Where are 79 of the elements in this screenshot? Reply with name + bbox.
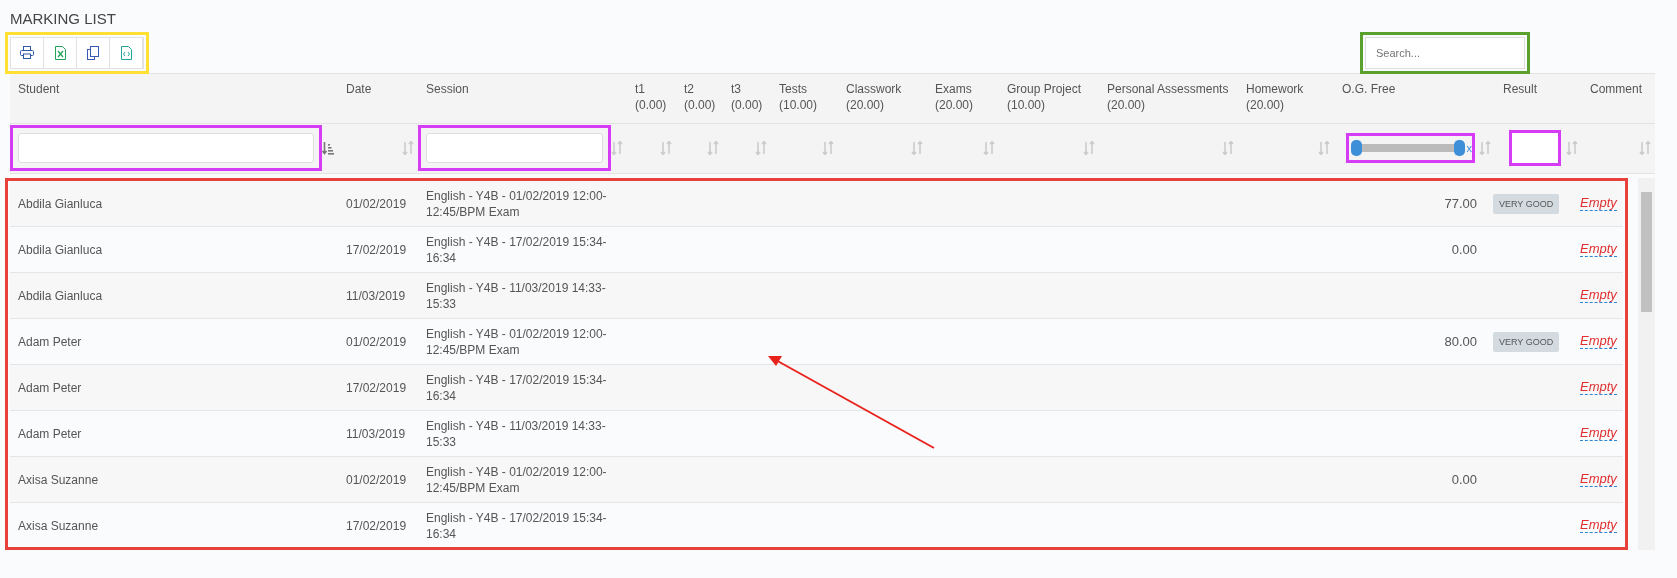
sort-icon[interactable] <box>1479 141 1491 155</box>
sort-icon[interactable] <box>707 141 719 155</box>
sort-icon[interactable] <box>660 141 672 155</box>
range-slider[interactable] <box>1353 141 1463 155</box>
grade-badge: VERY GOOD <box>1493 331 1560 352</box>
copy-icon <box>87 45 99 60</box>
column-header: t1 (0.00) <box>634 80 668 114</box>
comment-link[interactable]: Empty <box>1580 518 1617 534</box>
column-header: Date <box>345 80 373 98</box>
comment-link[interactable]: Empty <box>1580 288 1617 304</box>
column-header: Group Project (10.00) <box>1006 80 1083 114</box>
student-name: Abdila Gianluca <box>18 287 103 304</box>
clear-filter-link[interactable]: x <box>1466 139 1472 157</box>
sort-icon[interactable] <box>611 141 623 155</box>
column-header: Classwork (20.00) <box>845 80 903 114</box>
score-text: 0.00 <box>1451 240 1477 259</box>
student-name: Adam Peter <box>18 425 82 442</box>
column-header: Comment <box>1589 80 1643 98</box>
score-text: 80.00 <box>1444 332 1477 351</box>
printer-icon <box>20 46 34 59</box>
page-title: MARKING LIST <box>10 9 117 29</box>
sort-icon[interactable] <box>1639 141 1651 155</box>
score-text: 0.00 <box>1451 470 1477 489</box>
session-text: English - Y4B - 11/03/2019 14:33-15:33 <box>426 279 607 312</box>
sort-icon[interactable] <box>822 141 834 155</box>
column-header: O.G. Free <box>1341 80 1397 98</box>
session-text: English - Y4B - 01/02/2019 12:00-12:45/BPM Exam <box>426 325 608 358</box>
comment-link[interactable]: Empty <box>1580 472 1617 488</box>
session-text: English - Y4B - 11/03/2019 14:33-15:33 <box>426 417 607 450</box>
column-header: Result <box>1502 80 1538 98</box>
column-header: Student <box>17 80 61 98</box>
date-text: 17/02/2019 <box>346 379 407 396</box>
student-name: Abdila Gianluca <box>18 241 103 258</box>
sort-icon[interactable] <box>1566 141 1578 155</box>
date-text: 01/02/2019 <box>346 333 407 350</box>
comment-link[interactable]: Empty <box>1580 196 1617 212</box>
session-text: English - Y4B - 17/02/2019 15:34-16:34 <box>426 233 608 266</box>
column-header: Exams (20.00) <box>934 80 975 114</box>
comment-link[interactable]: Empty <box>1580 242 1617 258</box>
session-text: English - Y4B - 01/02/2019 12:00-12:45/BPM Exam <box>426 187 608 220</box>
date-text: 01/02/2019 <box>346 471 407 488</box>
column-header: Personal Assessments (20.00) <box>1106 80 1230 114</box>
sort-icon[interactable] <box>1318 141 1330 155</box>
date-text: 11/03/2019 <box>346 287 406 304</box>
session-text: English - Y4B - 01/02/2019 12:00-12:45/BPM Exam <box>426 463 608 496</box>
student-name: Abdila Gianluca <box>18 195 103 212</box>
sort-icon[interactable] <box>983 141 995 155</box>
date-text: 11/03/2019 <box>346 425 406 442</box>
column-header: Homework (20.00) <box>1245 80 1305 114</box>
session-text: English - Y4B - 17/02/2019 15:34-16:34 <box>426 509 608 542</box>
comment-link[interactable]: Empty <box>1580 426 1617 442</box>
student-name: Adam Peter <box>18 379 82 396</box>
date-text: 17/02/2019 <box>346 517 407 534</box>
scrollbar[interactable] <box>1638 177 1655 550</box>
column-header: Session <box>425 80 470 98</box>
student-name: Axisa Suzanne <box>18 517 99 534</box>
column-header: t2 (0.00) <box>683 80 717 114</box>
student-name: Adam Peter <box>18 333 82 350</box>
comment-link[interactable]: Empty <box>1580 334 1617 350</box>
sort-ascending-icon[interactable] <box>322 141 334 155</box>
sort-icon[interactable] <box>755 141 767 155</box>
sort-icon[interactable] <box>911 141 923 155</box>
grade-badge: VERY GOOD <box>1493 193 1560 214</box>
sort-icon[interactable] <box>402 141 414 155</box>
sort-icon[interactable] <box>1083 141 1095 155</box>
comment-link[interactable]: Empty <box>1580 380 1617 396</box>
search-field[interactable]: Search... <box>1365 36 1525 69</box>
sort-icon[interactable] <box>1222 141 1234 155</box>
date-text: 01/02/2019 <box>346 195 407 212</box>
date-text: 17/02/2019 <box>346 241 407 258</box>
session-text: English - Y4B - 17/02/2019 15:34-16:34 <box>426 371 608 404</box>
student-name: Axisa Suzanne <box>18 471 99 488</box>
filter-field[interactable] <box>18 133 314 163</box>
column-header: Tests (10.00) <box>778 80 819 114</box>
column-header: t3 (0.00) <box>730 80 764 114</box>
code-file-icon <box>120 45 132 60</box>
spreadsheet-file-icon <box>54 45 66 60</box>
score-text: 77.00 <box>1444 194 1477 213</box>
filter-field[interactable] <box>426 133 603 163</box>
